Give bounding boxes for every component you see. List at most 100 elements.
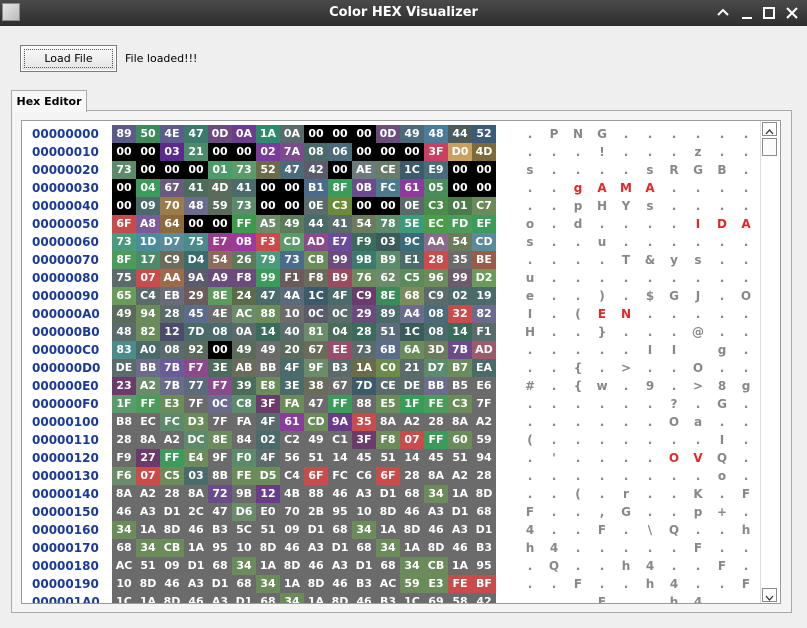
hex-byte[interactable]: 1A bbox=[376, 521, 400, 539]
hex-byte[interactable]: 06 bbox=[328, 143, 352, 161]
hex-byte[interactable]: 7F bbox=[208, 413, 232, 431]
hex-byte[interactable]: F0 bbox=[232, 449, 256, 467]
hex-byte[interactable]: 03 bbox=[184, 467, 208, 485]
hex-byte[interactable]: 4F bbox=[328, 287, 352, 305]
hex-byte[interactable]: 4F bbox=[256, 413, 280, 431]
hex-byte[interactable]: 9F bbox=[304, 359, 328, 377]
hex-byte[interactable]: B9 bbox=[328, 269, 352, 287]
hex-byte[interactable]: 70 bbox=[160, 197, 184, 215]
hex-byte[interactable]: A2 bbox=[448, 467, 472, 485]
hex-byte[interactable]: 47 bbox=[280, 161, 304, 179]
hex-byte[interactable]: 45 bbox=[424, 449, 448, 467]
hex-byte[interactable]: FD bbox=[448, 215, 472, 233]
hex-byte[interactable]: 0B bbox=[232, 233, 256, 251]
hex-byte[interactable]: 8A bbox=[136, 431, 160, 449]
hex-byte[interactable]: 54 bbox=[352, 215, 376, 233]
hex-byte[interactable]: 0E bbox=[304, 197, 328, 215]
hex-byte[interactable]: 26 bbox=[232, 251, 256, 269]
hex-byte[interactable]: 2B bbox=[304, 503, 328, 521]
hex-byte[interactable]: A2 bbox=[400, 413, 424, 431]
hex-byte[interactable]: B8 bbox=[112, 413, 136, 431]
hex-byte[interactable]: 4F bbox=[256, 449, 280, 467]
hex-byte[interactable]: 0D bbox=[208, 125, 232, 143]
hex-byte[interactable]: 47 bbox=[184, 125, 208, 143]
hex-byte[interactable]: 64 bbox=[160, 215, 184, 233]
hex-byte[interactable]: D1 bbox=[448, 503, 472, 521]
hex-byte[interactable]: 4E bbox=[208, 305, 232, 323]
hex-byte[interactable]: 89 bbox=[376, 305, 400, 323]
hex-byte[interactable]: 81 bbox=[304, 323, 328, 341]
hex-byte[interactable]: A3 bbox=[328, 557, 352, 575]
hex-byte[interactable]: 00 bbox=[328, 161, 352, 179]
hex-byte[interactable]: 28 bbox=[160, 485, 184, 503]
hex-byte[interactable]: 08 bbox=[424, 305, 448, 323]
minimize-icon[interactable] bbox=[738, 4, 756, 22]
hex-byte[interactable]: 1A bbox=[136, 521, 160, 539]
hex-byte[interactable]: 40 bbox=[280, 323, 304, 341]
hex-byte[interactable]: C9 bbox=[160, 251, 184, 269]
hex-byte[interactable]: 12 bbox=[256, 485, 280, 503]
hex-byte[interactable]: 10 bbox=[232, 539, 256, 557]
hex-byte[interactable]: 1D bbox=[136, 233, 160, 251]
hex-byte[interactable]: 03 bbox=[160, 143, 184, 161]
hex-byte[interactable]: 3F bbox=[352, 431, 376, 449]
scroll-up-button[interactable] bbox=[762, 122, 777, 136]
hex-byte[interactable]: F1 bbox=[280, 269, 304, 287]
hex-byte[interactable]: 29 bbox=[352, 305, 376, 323]
hex-byte[interactable]: 0D bbox=[376, 125, 400, 143]
hex-byte[interactable]: 73 bbox=[112, 233, 136, 251]
hex-byte[interactable]: 02 bbox=[256, 431, 280, 449]
hex-byte[interactable]: A8 bbox=[136, 215, 160, 233]
hex-byte[interactable]: 10 bbox=[112, 575, 136, 593]
hex-byte[interactable]: 09 bbox=[280, 521, 304, 539]
hex-byte[interactable]: FE bbox=[232, 467, 256, 485]
hex-byte[interactable]: 60 bbox=[448, 431, 472, 449]
hex-byte[interactable]: 99 bbox=[256, 269, 280, 287]
hex-byte[interactable]: 72 bbox=[208, 485, 232, 503]
hex-byte[interactable]: 21 bbox=[184, 143, 208, 161]
hex-byte[interactable]: D1 bbox=[208, 575, 232, 593]
hex-byte[interactable]: 96 bbox=[424, 269, 448, 287]
hex-byte[interactable]: 00 bbox=[304, 125, 328, 143]
hex-byte[interactable]: AB bbox=[232, 359, 256, 377]
hex-byte[interactable]: E0 bbox=[256, 503, 280, 521]
hex-byte[interactable]: 8D bbox=[280, 557, 304, 575]
hex-byte[interactable]: FA bbox=[232, 413, 256, 431]
hex-byte[interactable]: 1C bbox=[400, 593, 424, 603]
hex-byte[interactable]: 02 bbox=[448, 287, 472, 305]
hex-byte[interactable]: 54 bbox=[448, 233, 472, 251]
hex-byte[interactable]: 59 bbox=[472, 431, 496, 449]
hex-byte[interactable]: 00 bbox=[256, 179, 280, 197]
hex-byte[interactable]: 82 bbox=[136, 323, 160, 341]
hex-byte[interactable]: 68 bbox=[352, 539, 376, 557]
hex-byte[interactable]: 0A bbox=[280, 125, 304, 143]
hex-byte[interactable]: CB bbox=[160, 539, 184, 557]
hex-byte[interactable]: 2C bbox=[184, 503, 208, 521]
hex-byte[interactable]: B3 bbox=[208, 521, 232, 539]
hex-byte[interactable]: 88 bbox=[304, 485, 328, 503]
hex-byte[interactable]: C4 bbox=[136, 287, 160, 305]
hex-byte[interactable]: 34 bbox=[352, 521, 376, 539]
hex-byte[interactable]: 24 bbox=[232, 287, 256, 305]
hex-byte[interactable]: 7B bbox=[160, 377, 184, 395]
hex-byte[interactable]: D4 bbox=[184, 251, 208, 269]
hex-byte[interactable]: FF bbox=[328, 395, 352, 413]
hex-byte[interactable]: 46 bbox=[352, 593, 376, 603]
hex-byte[interactable]: 34 bbox=[376, 539, 400, 557]
maximize-icon[interactable] bbox=[760, 4, 778, 22]
hex-byte[interactable]: 82 bbox=[472, 305, 496, 323]
hex-byte[interactable]: 8F bbox=[112, 251, 136, 269]
hex-byte[interactable]: 46 bbox=[160, 575, 184, 593]
hex-byte[interactable]: 5E bbox=[400, 215, 424, 233]
hex-byte[interactable]: 48 bbox=[184, 197, 208, 215]
hex-byte[interactable]: 46 bbox=[280, 539, 304, 557]
close-icon[interactable] bbox=[783, 4, 801, 22]
hex-byte[interactable]: 75 bbox=[184, 233, 208, 251]
hex-byte[interactable]: CD bbox=[280, 233, 304, 251]
hex-byte[interactable]: 77 bbox=[184, 377, 208, 395]
hex-byte[interactable]: 00 bbox=[280, 197, 304, 215]
hex-byte[interactable]: 1F bbox=[112, 395, 136, 413]
hex-byte[interactable]: 49 bbox=[304, 431, 328, 449]
hex-byte[interactable]: 1A bbox=[280, 575, 304, 593]
hex-byte[interactable]: 73 bbox=[232, 161, 256, 179]
